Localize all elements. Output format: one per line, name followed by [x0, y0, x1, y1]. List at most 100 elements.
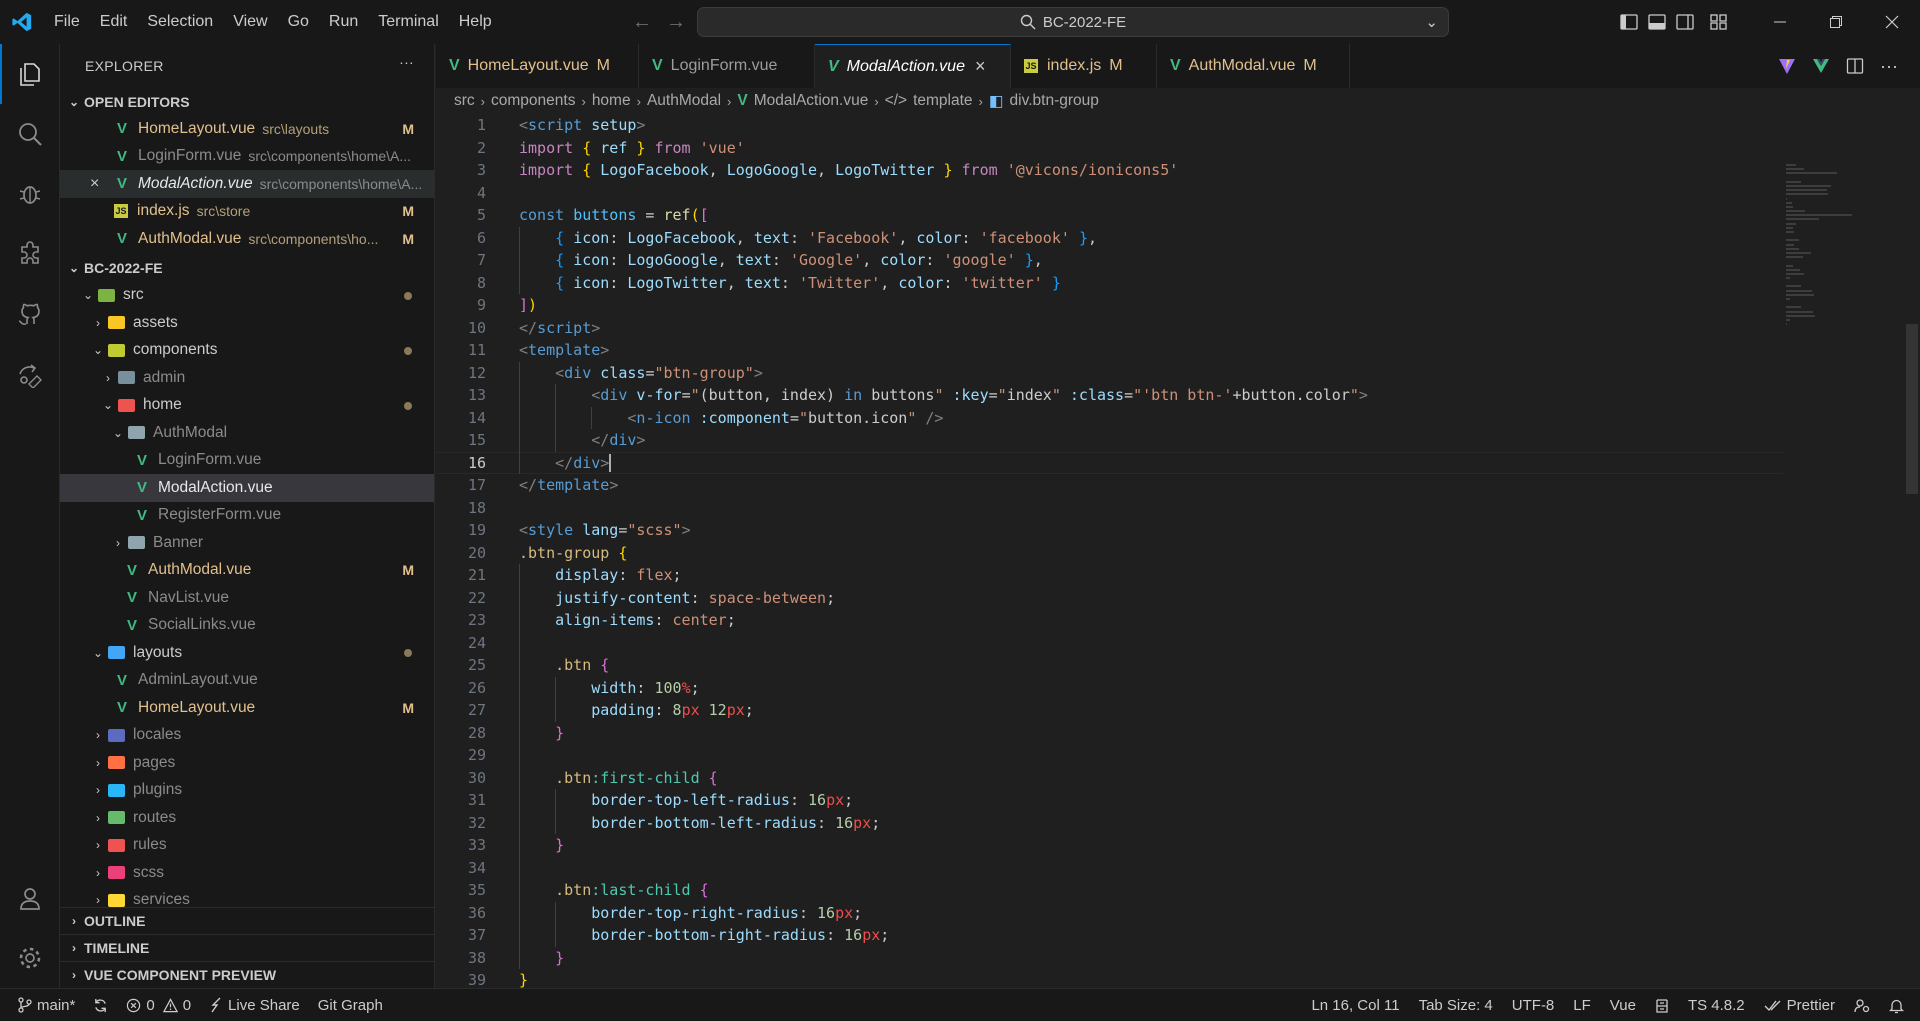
language-status-icon[interactable] [1655, 998, 1669, 1014]
breadcrumb-item[interactable]: src [454, 92, 475, 110]
back-arrow-icon[interactable]: ← [632, 11, 652, 34]
tree-item-assets[interactable]: › assets [60, 309, 434, 337]
language-mode[interactable]: Vue [1610, 997, 1636, 1014]
tree-item-layouts[interactable]: ⌄ layouts [60, 639, 434, 667]
tree-item-homelayout-vue[interactable]: V HomeLayout.vue M [60, 694, 434, 722]
tree-item-admin[interactable]: › admin [60, 364, 434, 392]
code-line[interactable]: 20 .btn-group { [436, 542, 1783, 565]
menu-file[interactable]: File [44, 0, 90, 44]
code-line[interactable]: 34 [436, 857, 1783, 880]
split-editor-icon[interactable] [1846, 57, 1864, 75]
tree-item-scss[interactable]: › scss [60, 859, 434, 887]
code-line[interactable]: 32 border-bottom-left-radius: 16px; [436, 812, 1783, 835]
menu-view[interactable]: View [223, 0, 277, 44]
open-editor-item[interactable]: JS index.js src\store M [60, 198, 434, 226]
code-line[interactable]: 14 <n-icon :component="button.icon" /> [436, 407, 1783, 430]
sync-button[interactable] [93, 998, 108, 1013]
tree-item-home[interactable]: ⌄ home [60, 392, 434, 420]
code-line[interactable]: 12 <div class="btn-group"> [436, 362, 1783, 385]
tab-authmodal-vue[interactable]: V AuthModal.vue M [1157, 44, 1350, 88]
tree-item-authmodal[interactable]: ⌄ AuthModal [60, 419, 434, 447]
code-line[interactable]: 36 border-top-right-radius: 16px; [436, 902, 1783, 925]
tree-item-authmodal-vue[interactable]: V AuthModal.vue M [60, 557, 434, 585]
ts-version-status[interactable]: TS 4.8.2 [1688, 997, 1745, 1014]
live-share-button[interactable]: Live Share [209, 997, 300, 1014]
remote-explorer-icon[interactable] [0, 344, 60, 404]
tree-item-loginform-vue[interactable]: V LoginForm.vue [60, 447, 434, 475]
code-line[interactable]: 16 </div> [436, 451, 1783, 474]
menu-terminal[interactable]: Terminal [368, 0, 448, 44]
menu-run[interactable]: Run [319, 0, 368, 44]
breadcrumb-item[interactable]: template [913, 92, 972, 110]
code-line[interactable]: 31 border-top-left-radius: 16px; [436, 789, 1783, 812]
tab-index-js[interactable]: JS index.js M [1011, 44, 1157, 88]
code-line[interactable]: 8 { icon: LogoTwitter, text: 'Twitter', … [436, 272, 1783, 295]
github-icon[interactable] [0, 284, 60, 344]
close-icon[interactable]: × [90, 175, 99, 193]
restore-icon[interactable] [1808, 0, 1864, 44]
code-line[interactable]: 21 display: flex; [436, 564, 1783, 587]
files-icon[interactable] [0, 44, 60, 104]
tab-modalaction-vue[interactable]: V ModalAction.vue × [815, 44, 1011, 88]
cursor-position[interactable]: Ln 16, Col 11 [1311, 997, 1399, 1014]
tab-loginform-vue[interactable]: V LoginForm.vue [639, 44, 815, 88]
menu-go[interactable]: Go [278, 0, 319, 44]
code-line[interactable]: 35 .btn:last-child { [436, 879, 1783, 902]
more-actions-icon[interactable]: ··· [1880, 56, 1898, 77]
search-icon[interactable] [0, 104, 60, 164]
code-line[interactable]: 22 justify-content: space-between; [436, 587, 1783, 610]
breadcrumb-item[interactable]: home [592, 92, 631, 110]
code-line[interactable]: 29 [436, 744, 1783, 767]
code-line[interactable]: 17 </template> [436, 474, 1783, 497]
toggle-secondary-sidebar-icon[interactable] [1676, 14, 1694, 30]
scroll-thumb[interactable] [1906, 324, 1918, 494]
code-line[interactable]: 11 <template> [436, 339, 1783, 362]
tree-item-navlist-vue[interactable]: V NavList.vue [60, 584, 434, 612]
editor-scrollbar[interactable] [1904, 184, 1920, 1021]
vue-preview-icon[interactable] [1812, 57, 1830, 75]
minimize-icon[interactable] [1752, 0, 1808, 44]
code-line[interactable]: 19 <style lang="scss"> [436, 519, 1783, 542]
code-line[interactable]: 2 import { ref } from 'vue' [436, 137, 1783, 160]
branch-status[interactable]: main* [18, 997, 75, 1014]
tree-item-sociallinks-vue[interactable]: V SocialLinks.vue [60, 612, 434, 640]
forward-arrow-icon[interactable]: → [666, 11, 686, 34]
open-editor-item[interactable]: V AuthModal.vue src\components\ho... M [60, 225, 434, 253]
code-line[interactable]: 1 <script setup> [436, 114, 1783, 137]
tree-item-src[interactable]: ⌄ src [60, 282, 434, 310]
menu-selection[interactable]: Selection [137, 0, 223, 44]
open-editor-item[interactable]: V HomeLayout.vue src\layouts M [60, 115, 434, 143]
project-section[interactable]: ⌄ BC-2022-FE [60, 255, 434, 282]
tree-item-banner[interactable]: › Banner [60, 529, 434, 557]
breadcrumb-item[interactable]: AuthModal [647, 92, 721, 110]
breadcrumb-item[interactable]: ModalAction.vue [754, 92, 869, 110]
tree-item-rules[interactable]: › rules [60, 832, 434, 860]
tree-item-modalaction-vue[interactable]: V ModalAction.vue [60, 474, 434, 502]
section-timeline[interactable]: › TIMELINE [60, 934, 434, 961]
breadcrumb-item[interactable]: div.btn-group [1010, 92, 1099, 110]
section-vue-component-preview[interactable]: › VUE COMPONENT PREVIEW [60, 961, 434, 988]
tab-homelayout-vue[interactable]: V HomeLayout.vue M [436, 44, 639, 88]
code-line[interactable]: 26 width: 100%; [436, 677, 1783, 700]
more-actions-icon[interactable]: ··· [399, 54, 414, 70]
breadcrumb-item[interactable]: components [491, 92, 575, 110]
open-editor-item[interactable]: × V ModalAction.vue src\components\home\A..… [60, 170, 434, 198]
code-line[interactable]: 13 <div v-for="(button, index) in button… [436, 384, 1783, 407]
minimap[interactable] [1786, 164, 1856, 424]
customize-layout-icon[interactable] [1710, 14, 1728, 30]
toggle-primary-sidebar-icon[interactable] [1620, 14, 1638, 30]
code-line[interactable]: 27 padding: 8px 12px; [436, 699, 1783, 722]
section-outline[interactable]: › OUTLINE [60, 907, 434, 934]
notifications-bell-icon[interactable] [1889, 998, 1904, 1014]
code-line[interactable]: 15 </div> [436, 429, 1783, 452]
code-line[interactable]: 37 border-bottom-right-radius: 16px; [436, 924, 1783, 947]
code-line[interactable]: 10 </script> [436, 317, 1783, 340]
command-center-search[interactable]: BC-2022-FE ⌄ [697, 7, 1449, 37]
code-line[interactable]: 28 } [436, 722, 1783, 745]
prettier-status[interactable]: Prettier [1764, 997, 1835, 1014]
code-line[interactable]: 7 { icon: LogoGoogle, text: 'Google', co… [436, 249, 1783, 272]
accounts-status-icon[interactable] [1854, 998, 1870, 1014]
encoding-status[interactable]: UTF-8 [1512, 997, 1555, 1014]
code-line[interactable]: 24 [436, 632, 1783, 655]
gear-icon[interactable] [0, 928, 60, 988]
